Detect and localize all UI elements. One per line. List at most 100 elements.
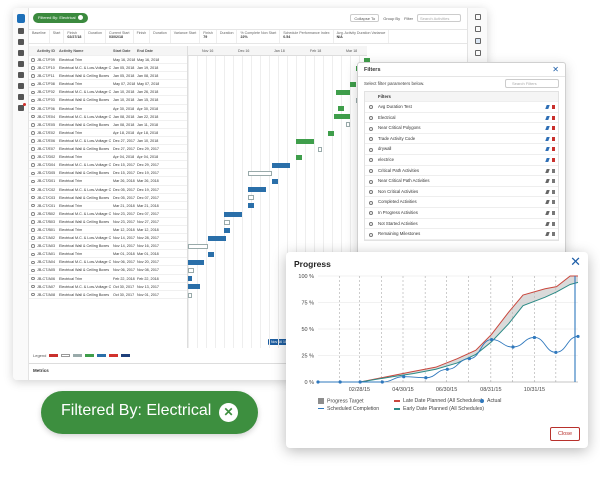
- gantt-bar[interactable]: [188, 276, 192, 281]
- gantt-bar[interactable]: [296, 139, 314, 144]
- gantt-bar[interactable]: [208, 252, 214, 257]
- edit-icon[interactable]: [545, 211, 549, 215]
- radio-icon[interactable]: [369, 211, 373, 215]
- table-row[interactable]: JB-CT/A02Electrical M.C. & Low-Voltage C…: [29, 234, 187, 242]
- info-icon[interactable]: [475, 26, 481, 32]
- radio-icon[interactable]: [369, 137, 373, 141]
- table-row[interactable]: JB-CT/B03Electrical Wall & Ceiling Boxes…: [29, 218, 187, 226]
- gantt-bar[interactable]: [224, 220, 230, 225]
- menu-icon[interactable]: [475, 14, 481, 20]
- user-icon[interactable]: [18, 94, 24, 100]
- gantt-bar[interactable]: [188, 260, 204, 265]
- edit-icon[interactable]: [545, 190, 549, 194]
- gear-icon[interactable]: [18, 72, 24, 78]
- delete-icon[interactable]: [552, 137, 555, 141]
- table-row[interactable]: JB-CT/E06Electrical M.C. & Low-Voltage C…: [29, 137, 187, 145]
- collapse-select[interactable]: Collapse To: [350, 14, 379, 22]
- delete-icon[interactable]: [552, 158, 555, 162]
- table-row[interactable]: JB-CT/D01Electrical TrimMar 26, 2018Mar …: [29, 177, 187, 185]
- edit-icon[interactable]: [545, 137, 549, 141]
- radio-icon[interactable]: [369, 233, 373, 237]
- gantt-bar[interactable]: [188, 244, 208, 249]
- table-row[interactable]: JB-CT/C02Electrical M.C. & Low-Voltage C…: [29, 186, 187, 194]
- filter-button[interactable]: Filter: [404, 16, 413, 21]
- list-icon[interactable]: [475, 50, 481, 56]
- table-row[interactable]: JB-CT/F06Electrical TrimApr 30, 2018Apr …: [29, 105, 187, 113]
- filter-item[interactable]: Non Critical Activities: [365, 187, 558, 198]
- group-by-button[interactable]: Group By: [383, 16, 400, 21]
- radio-icon[interactable]: [369, 116, 373, 120]
- delete-icon[interactable]: [552, 169, 555, 173]
- table-row[interactable]: JB-CT/E02Electrical TrimApr 18, 2018Apr …: [29, 129, 187, 137]
- delete-icon[interactable]: [552, 126, 555, 130]
- close-button[interactable]: Close: [550, 427, 580, 441]
- table-row[interactable]: JB-CT/A07Electrical M.C. & Low-Voltage C…: [29, 283, 187, 291]
- filter-item[interactable]: Trade Activity Code: [365, 134, 558, 145]
- radio-icon[interactable]: [369, 158, 373, 162]
- home-icon[interactable]: [18, 28, 24, 34]
- gantt-bar[interactable]: [350, 82, 356, 87]
- table-row[interactable]: JB-CT/C01Electrical TrimMar 21, 2018Mar …: [29, 202, 187, 210]
- table-row[interactable]: JB-CT/A01Electrical TrimMar 01, 2018Mar …: [29, 250, 187, 258]
- gantt-bar[interactable]: [224, 228, 230, 233]
- edit-icon[interactable]: [545, 200, 549, 204]
- filter-item[interactable]: Critical Path Activities: [365, 166, 558, 177]
- clear-filter-icon[interactable]: [78, 15, 83, 20]
- table-row[interactable]: JB-CT/A05Electrical Wall & Ceiling Boxes…: [29, 266, 187, 274]
- delete-icon[interactable]: [552, 222, 555, 226]
- gantt-bar[interactable]: [248, 195, 254, 200]
- filter-item[interactable]: Completed Activities: [365, 197, 558, 208]
- filter-item[interactable]: Near Critical Polygons: [365, 123, 558, 134]
- notification-icon[interactable]: [18, 105, 24, 111]
- delete-icon[interactable]: [552, 190, 555, 194]
- radio-icon[interactable]: [369, 190, 373, 194]
- edit-icon[interactable]: [545, 179, 549, 183]
- delete-icon[interactable]: [552, 116, 555, 120]
- edit-icon[interactable]: [545, 147, 549, 151]
- table-row[interactable]: JB-CT/F03Electrical Wall & Ceiling Boxes…: [29, 96, 187, 104]
- filter-item[interactable]: Remaining Milestones: [365, 229, 558, 240]
- edit-icon[interactable]: [545, 169, 549, 173]
- gantt-bar[interactable]: [272, 163, 290, 168]
- radio-icon[interactable]: [369, 148, 373, 152]
- table-row[interactable]: JB-CT/A08Electrical Wall & Ceiling Boxes…: [29, 291, 187, 299]
- gantt-bar[interactable]: [188, 293, 192, 298]
- radio-icon[interactable]: [369, 201, 373, 205]
- close-icon[interactable]: ✕: [552, 65, 559, 74]
- table-row[interactable]: JB-CT/B02Electrical M.C. & Low-Voltage C…: [29, 210, 187, 218]
- table-row[interactable]: JB-CT/A03Electrical Wall & Ceiling Boxes…: [29, 242, 187, 250]
- table-row[interactable]: JB-CT/A04Electrical M.C. & Low-Voltage C…: [29, 258, 187, 266]
- close-icon[interactable]: ✕: [570, 254, 581, 270]
- table-row[interactable]: JB-CT/E05Electrical Wall & Ceiling Boxes…: [29, 121, 187, 129]
- gantt-bar[interactable]: [208, 236, 226, 241]
- edit-icon[interactable]: [545, 126, 549, 130]
- delete-icon[interactable]: [552, 179, 555, 183]
- edit-icon[interactable]: [545, 158, 549, 162]
- gantt-bar[interactable]: [224, 212, 242, 217]
- radio-icon[interactable]: [369, 169, 373, 173]
- table-row[interactable]: JB-CT/A06Electrical TrimFeb 22, 2018Feb …: [29, 275, 187, 283]
- link-icon[interactable]: [18, 83, 24, 89]
- radio-icon[interactable]: [369, 127, 373, 131]
- table-row[interactable]: JB-CT/D02Electrical TrimApr 04, 2018Apr …: [29, 153, 187, 161]
- gantt-bar[interactable]: [296, 155, 302, 160]
- table-row[interactable]: JB-CT/D04Electrical M.C. & Low-Voltage C…: [29, 161, 187, 169]
- filter-chip[interactable]: Filtered By: Electrical ✕: [41, 391, 258, 434]
- delete-icon[interactable]: [552, 200, 555, 204]
- delete-icon[interactable]: [552, 211, 555, 215]
- filter-item[interactable]: Not Started Activities: [365, 219, 558, 230]
- radio-icon[interactable]: [369, 222, 373, 226]
- gantt-view-icon[interactable]: [475, 38, 481, 44]
- gantt-bar[interactable]: [248, 187, 266, 192]
- filter-item[interactable]: Electrical: [365, 113, 558, 124]
- radio-icon[interactable]: [369, 180, 373, 184]
- delete-icon[interactable]: [552, 105, 555, 109]
- filter-item[interactable]: drywall: [365, 144, 558, 155]
- gantt-bar[interactable]: [188, 284, 200, 289]
- people-icon[interactable]: [18, 61, 24, 67]
- edit-icon[interactable]: [545, 116, 549, 120]
- col-activity-name[interactable]: Activity Name: [57, 46, 111, 55]
- delete-icon[interactable]: [552, 147, 555, 151]
- gantt-bar[interactable]: [336, 90, 350, 95]
- gantt-bar[interactable]: [334, 114, 350, 119]
